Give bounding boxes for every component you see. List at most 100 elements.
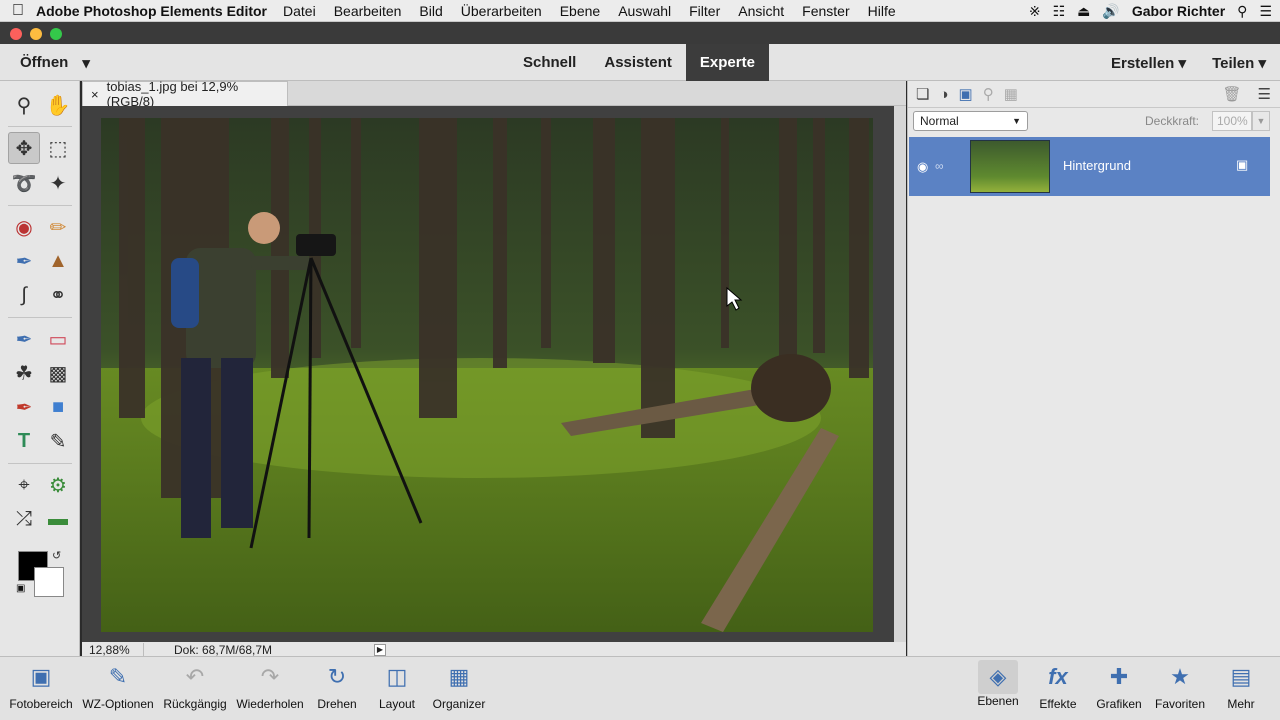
redo-button[interactable]: ↷ Wiederholen <box>232 657 308 720</box>
magic-wand-icon[interactable]: ✦ <box>42 167 74 199</box>
zoom-tool-icon[interactable]: ⚲ <box>8 89 40 121</box>
close-window-icon[interactable] <box>10 28 22 40</box>
straighten-tool-icon[interactable]: ▬ <box>42 503 74 535</box>
pencil-tool-icon[interactable]: ✎ <box>42 425 74 457</box>
create-button[interactable]: Erstellen ▾ <box>1111 54 1186 72</box>
layout-button[interactable]: ◫ Layout <box>374 657 420 720</box>
eyedropper-icon[interactable]: ✒ <box>8 391 40 423</box>
toolbox-divider <box>8 317 72 318</box>
content-aware-move-icon[interactable]: ⤮ <box>8 503 40 535</box>
layout-label: Layout <box>378 697 416 711</box>
spotlight-search-icon[interactable]: ⚲ <box>1237 3 1247 20</box>
layers-stack-icon: ◈ <box>978 660 1018 694</box>
swap-colors-icon[interactable]: ↺ <box>52 549 61 562</box>
menu-filter[interactable]: Filter <box>689 3 720 19</box>
menu-bearbeiten[interactable]: Bearbeiten <box>334 3 402 19</box>
crop-tool-icon[interactable]: ⌖ <box>8 469 40 501</box>
effects-button[interactable]: fx Effekte <box>1034 657 1082 720</box>
undo-button[interactable]: ↶ Rückgängig <box>160 657 230 720</box>
gradient-tool-icon[interactable]: ▩ <box>42 357 74 389</box>
menu-hilfe[interactable]: Hilfe <box>868 3 896 19</box>
eject-icon[interactable]: ⏏ <box>1077 3 1090 20</box>
wifi-icon[interactable]: ☷ <box>1053 3 1066 20</box>
blend-mode-select[interactable]: Normal ▼ <box>913 111 1028 131</box>
link-icon[interactable]: ∞ <box>935 159 944 173</box>
graphics-button[interactable]: ✚ Grafiken <box>1093 657 1145 720</box>
chevron-down-icon[interactable]: ▼ <box>1252 111 1270 131</box>
app-name-menu[interactable]: Adobe Photoshop Elements Editor <box>36 3 267 19</box>
menu-datei[interactable]: Datei <box>283 3 316 19</box>
blur-tool-icon[interactable]: ∫ <box>8 279 40 311</box>
menu-ebene[interactable]: Ebene <box>560 3 600 19</box>
volume-icon[interactable]: 🔊 <box>1102 3 1119 20</box>
lasso-tool-icon[interactable]: ➰ <box>8 167 40 199</box>
layer-row-hintergrund[interactable]: ◉ ∞ Hintergrund ▣ <box>909 137 1270 196</box>
hand-tool-icon[interactable]: ✋ <box>42 89 74 121</box>
opacity-field[interactable]: 100% <box>1212 111 1252 131</box>
tab-experte[interactable]: Experte <box>685 44 769 81</box>
more-button[interactable]: ▤ Mehr <box>1216 657 1266 720</box>
brush-tool-icon[interactable]: ✒ <box>8 323 40 355</box>
open-button[interactable]: Öffnen ▾ <box>20 44 90 81</box>
vertical-scrollbar[interactable] <box>894 106 906 642</box>
menu-ueberarbeiten[interactable]: Überarbeiten <box>461 3 542 19</box>
clone-stamp-icon[interactable]: ▲ <box>42 245 74 277</box>
type-tool-icon[interactable]: T <box>8 425 40 457</box>
lock-all-icon[interactable]: ⚲ <box>983 85 994 103</box>
layer-lock-icon[interactable]: ▣ <box>1236 157 1248 173</box>
rotate-button[interactable]: ↻ Drehen <box>312 657 362 720</box>
trash-icon[interactable]: 🗑 <box>1223 85 1242 103</box>
mode-bar: Öffnen ▾ Schnell Assistent Experte Erste… <box>0 44 1280 81</box>
rectangle-shape-icon[interactable]: ■ <box>42 391 74 423</box>
document-tab[interactable]: × tobias_1.jpg bei 12,9% (RGB/8) <box>82 79 288 109</box>
menu-ansicht[interactable]: Ansicht <box>738 3 784 19</box>
tool-options-button[interactable]: ✎ WZ-Optionen <box>78 657 158 720</box>
red-eye-tool-icon[interactable]: ◉ <box>8 211 40 243</box>
menu-fenster[interactable]: Fenster <box>802 3 849 19</box>
chevron-down-icon: ▼ <box>1012 116 1021 126</box>
minimize-window-icon[interactable] <box>30 28 42 40</box>
rectangular-marquee-icon[interactable]: ⬚ <box>42 132 74 164</box>
close-tab-icon[interactable]: × <box>91 87 99 102</box>
tab-assistent[interactable]: Assistent <box>590 44 686 81</box>
paint-bucket-icon[interactable]: ☘ <box>8 357 40 389</box>
forest-photo[interactable] <box>101 118 873 632</box>
visibility-eye-icon[interactable]: ◉ <box>917 159 928 175</box>
share-label: Teilen <box>1212 54 1255 72</box>
status-menu-arrow-icon[interactable]: ▶ <box>374 643 386 656</box>
user-name[interactable]: Gabor Richter <box>1132 3 1225 19</box>
favorites-button[interactable]: ★ Favoriten <box>1152 657 1208 720</box>
zoom-window-icon[interactable] <box>50 28 62 40</box>
sponge-tool-icon[interactable]: ⚭ <box>42 279 74 311</box>
notification-list-icon[interactable]: ☰ <box>1259 3 1272 20</box>
menu-auswahl[interactable]: Auswahl <box>618 3 671 19</box>
recompose-tool-icon[interactable]: ⚙ <box>42 469 74 501</box>
lock-transparency-icon[interactable]: ▦ <box>1004 85 1018 103</box>
smart-brush-icon[interactable]: ✒ <box>8 245 40 277</box>
new-layer-icon[interactable]: ❏ <box>916 85 929 103</box>
graphics-label: Grafiken <box>1096 697 1142 711</box>
layer-thumbnail <box>970 140 1050 193</box>
document-tab-title: tobias_1.jpg bei 12,9% (RGB/8) <box>106 79 239 109</box>
layers-toolbar-right: 🗑 ☰ <box>1223 85 1272 103</box>
background-color-swatch[interactable] <box>34 567 64 597</box>
adjustment-layer-icon[interactable]: ◑ <box>939 86 948 103</box>
default-colors-icon[interactable]: ▣ <box>16 583 25 594</box>
zoom-level[interactable]: 12,88% <box>82 642 144 657</box>
photo-bin-button[interactable]: ▣ Fotobereich <box>6 657 76 720</box>
share-button[interactable]: Teilen ▾ <box>1212 54 1266 72</box>
menu-bild[interactable]: Bild <box>419 3 442 19</box>
document-status-bar: 12,88% Dok: 68,7M/68,7M ▶ <box>82 642 906 657</box>
layers-panel-button[interactable]: ◈ Ebenen <box>975 657 1021 720</box>
panel-menu-icon[interactable]: ☰ <box>1258 85 1271 103</box>
organizer-button[interactable]: ▦ Organizer <box>428 657 490 720</box>
bluetooth-icon[interactable]: ※ <box>1029 3 1041 20</box>
layer-mask-icon[interactable]: ▣ <box>959 85 973 103</box>
spot-healing-icon[interactable]: ✏ <box>42 211 74 243</box>
tab-schnell[interactable]: Schnell <box>509 44 590 81</box>
apple-icon[interactable]:  <box>0 2 36 20</box>
eraser-tool-icon[interactable]: ▭ <box>42 323 74 355</box>
toolbox-divider <box>8 463 72 464</box>
chevron-down-icon: ▾ <box>82 54 90 72</box>
move-tool-icon[interactable]: ✥ <box>8 132 40 164</box>
